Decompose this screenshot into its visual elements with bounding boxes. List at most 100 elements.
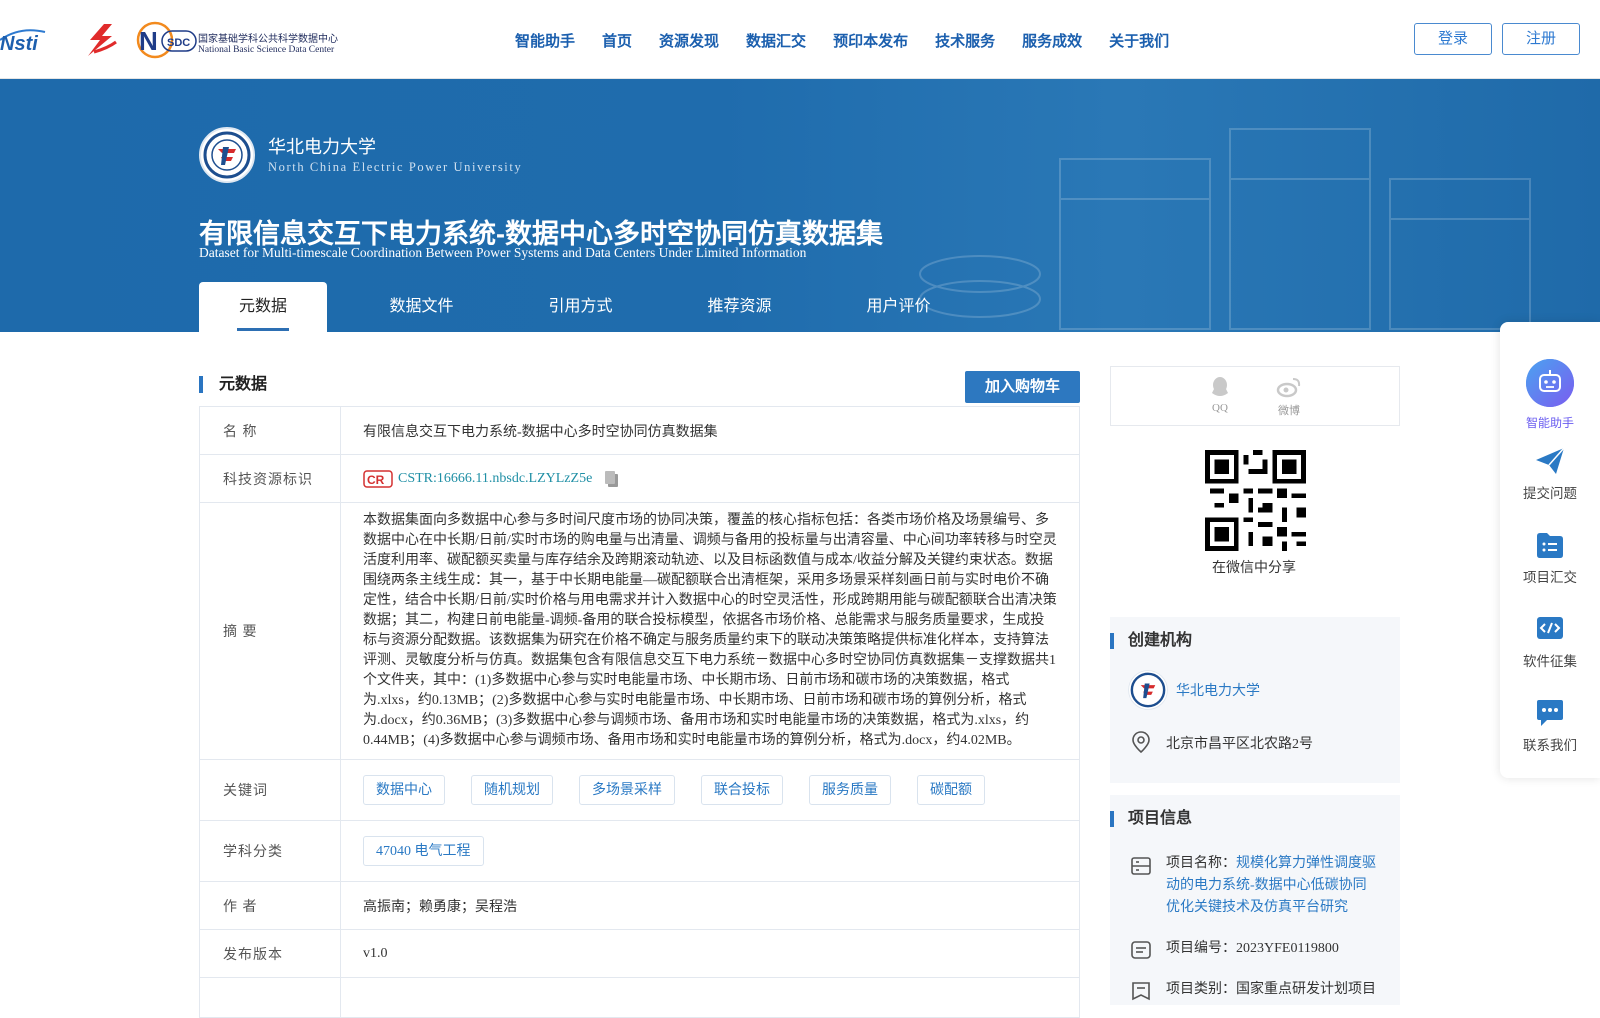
tab-user-reviews[interactable]: 用户评价 (819, 282, 978, 332)
float-ai-assistant[interactable]: 智能助手 (1500, 358, 1600, 431)
red-s-logo[interactable] (82, 22, 120, 58)
weibo-icon (1276, 378, 1301, 398)
nav-ai-assistant[interactable]: 智能助手 (515, 30, 575, 51)
table-row: 学科分类 47040 电气工程 (199, 820, 1080, 882)
project-type-label: 项目类别： (1166, 982, 1236, 997)
project-code: 项目编号：2023YFE0119800 (1166, 938, 1380, 960)
project-type: 项目类别：国家重点研发计划项目 (1166, 979, 1380, 1001)
keyword-tag[interactable]: 随机规划 (471, 775, 553, 805)
qq-icon (1212, 377, 1228, 396)
nsdc-logo[interactable]: N SDC 国家基础学科公共科学数据中心 National Basic Scie… (136, 21, 349, 59)
project-panel: 项目信息 项目名称：规模化算力弹性调度驱动的电力系统-数据中心低碳协同优化关键技… (1110, 795, 1400, 1005)
tab-recommended[interactable]: 推荐资源 (660, 282, 819, 332)
wechat-share-label: 在微信中分享 (1212, 561, 1296, 576)
keywords-key: 关键词 (199, 759, 341, 821)
nav-preprint[interactable]: 预印本发布 (833, 30, 908, 51)
project-type-icon (1132, 982, 1150, 1001)
float-software-label: 软件征集 (1523, 654, 1577, 669)
copy-icon[interactable] (604, 470, 620, 488)
project-name-icon (1131, 857, 1151, 875)
cstr-link[interactable]: CSTR:16666.11.nbsdc.LZYLzZ5e (398, 471, 592, 487)
metadata-section-title: 元数据 (199, 376, 267, 393)
keyword-tag[interactable]: 碳配额 (917, 775, 985, 805)
chat-bubble-icon (1537, 700, 1563, 726)
cstr-identifier: CR CSTR:16666.11.nbsdc.LZYLzZ5e (363, 469, 1057, 488)
table-row: 作 者 高振南；赖勇康；吴程浩 (199, 881, 1080, 930)
project-code-label: 项目编号： (1166, 941, 1236, 956)
keyword-tag[interactable]: 联合投标 (701, 775, 783, 805)
nsdc-mark: N SDC (136, 21, 197, 59)
org-name-link[interactable]: 华北电力大学 (1176, 680, 1260, 700)
nav-service-results[interactable]: 服务成效 (1022, 30, 1082, 51)
float-submit-question[interactable]: 提交问题 (1500, 446, 1600, 502)
float-submit-label: 提交问题 (1523, 486, 1577, 501)
nstl-logo[interactable]: Nsti (0, 26, 66, 54)
nav-tech-service[interactable]: 技术服务 (935, 30, 995, 51)
weibo-label: 微博 (1278, 405, 1300, 417)
float-project-label: 项目汇交 (1523, 570, 1577, 585)
nav-data-collection[interactable]: 数据汇交 (746, 30, 806, 51)
code-icon (1537, 617, 1563, 639)
author-key: 作 者 (199, 881, 341, 930)
name-value: 有限信息交互下电力系统-数据中心多时空协同仿真数据集 (340, 406, 1080, 455)
tab-metadata[interactable]: 元数据 (199, 282, 327, 332)
nstl-logo-text: Nsti (0, 33, 38, 54)
subject-key: 学科分类 (199, 820, 341, 882)
share-qq[interactable]: QQ (1208, 375, 1232, 414)
project-type-value: 国家重点研发计划项目 (1236, 982, 1376, 997)
dataset-tabs: 元数据 数据文件 引用方式 推荐资源 用户评价 (199, 282, 978, 332)
dataset-banner: 华北电力大学 North China Electric Power Univer… (0, 79, 1600, 332)
share-box: QQ 微博 (1110, 366, 1400, 426)
university-english-name: North China Electric Power University (268, 160, 523, 174)
nsdc-cn-name: 国家基础学科公共科学数据中心 (198, 34, 338, 45)
tab-citation[interactable]: 引用方式 (501, 282, 660, 332)
identifier-key: 科技资源标识 (199, 454, 341, 503)
ncepu-emblem-icon (1128, 670, 1168, 710)
table-row: 名 称 有限信息交互下电力系统-数据中心多时空协同仿真数据集 (199, 406, 1080, 455)
nav-about[interactable]: 关于我们 (1109, 30, 1169, 51)
table-row: 科技资源标识 CR CSTR:16666.11.nbsdc.LZYLzZ5e (199, 454, 1080, 503)
nav-resource-discovery[interactable]: 资源发现 (659, 30, 719, 51)
nav-home[interactable]: 首页 (602, 30, 632, 51)
table-row (199, 977, 1080, 1018)
keyword-tag[interactable]: 多场景采样 (579, 775, 675, 805)
project-name-label: 项目名称： (1166, 856, 1236, 871)
university-emblem (199, 127, 255, 183)
keyword-tag[interactable]: 服务质量 (809, 775, 891, 805)
subject-tag[interactable]: 47040 电气工程 (363, 836, 484, 866)
table-row: 摘 要 本数据集面向多数据中心参与多时间尺度市场的协同决策，覆盖的核心指标包括：… (199, 502, 1080, 760)
nsdc-mark-text: SDC (167, 37, 190, 49)
project-panel-title: 项目信息 (1110, 811, 1192, 827)
share-weibo[interactable]: 微博 (1274, 375, 1304, 418)
cstr-badge-icon: CR (363, 469, 393, 488)
abstract-key: 摘 要 (199, 502, 341, 760)
location-pin-icon (1132, 731, 1150, 753)
metadata-table: 名 称 有限信息交互下电力系统-数据中心多时空协同仿真数据集 科技资源标识 CR… (199, 406, 1080, 1018)
ncepu-emblem-icon (203, 131, 251, 179)
main-nav: 智能助手 首页 资源发现 数据汇交 预印本发布 技术服务 服务成效 关于我们 (515, 30, 1196, 51)
nsdc-en-name: National Basic Science Data Center (198, 45, 335, 55)
svg-text:CR: CR (367, 473, 385, 487)
svg-text:N: N (139, 26, 158, 56)
version-key: 发布版本 (199, 929, 341, 978)
add-to-cart-button[interactable]: 加入购物车 (965, 371, 1080, 403)
keywords-list: 数据中心 随机规划 多场景采样 联合投标 服务质量 碳配额 (340, 759, 1080, 821)
top-header: Nsti N SDC 国家基础学科公共科学数据中心 National Basic… (0, 0, 1600, 79)
version-value: v1.0 (340, 929, 1080, 978)
float-software-collection[interactable]: 软件征集 (1500, 614, 1600, 670)
robot-icon (1526, 359, 1574, 407)
login-button[interactable]: 登录 (1414, 23, 1492, 55)
university-name[interactable]: 华北电力大学 (268, 133, 376, 159)
keyword-tag[interactable]: 数据中心 (363, 775, 445, 805)
tab-data-files[interactable]: 数据文件 (342, 282, 501, 332)
project-name: 项目名称：规模化算力弹性调度驱动的电力系统-数据中心低碳协同优化关键技术及仿真平… (1166, 853, 1380, 919)
float-contact-label: 联系我们 (1523, 738, 1577, 753)
float-project-collection[interactable]: 项目汇交 (1500, 530, 1600, 586)
register-button[interactable]: 注册 (1502, 23, 1580, 55)
floating-toolbar: 智能助手 提交问题 项目汇交 软件征集 联系我们 (1500, 322, 1600, 778)
float-contact-us[interactable]: 联系我们 (1500, 698, 1600, 754)
author-value: 高振南；赖勇康；吴程浩 (340, 881, 1080, 930)
qq-label: QQ (1212, 402, 1228, 414)
project-code-icon (1131, 941, 1151, 959)
wechat-qr-code (1205, 450, 1306, 551)
